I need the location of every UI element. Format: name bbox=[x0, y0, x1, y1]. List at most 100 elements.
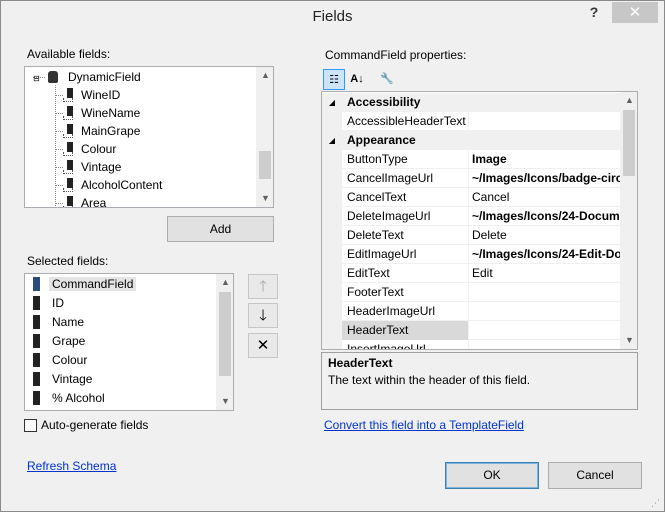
selected-field-item[interactable]: % Alcohol bbox=[28, 389, 105, 408]
property-gutter bbox=[322, 283, 342, 302]
move-down-button[interactable]: 🡓 bbox=[248, 303, 278, 328]
selected-fields-scrollbar[interactable]: ▲ ▼ bbox=[216, 274, 233, 410]
scroll-up-icon[interactable]: ▲ bbox=[621, 92, 637, 109]
collapse-icon[interactable]: ⊟ bbox=[33, 70, 42, 88]
scroll-up-icon[interactable]: ▲ bbox=[257, 67, 273, 84]
selected-field-item[interactable]: CommandField bbox=[28, 275, 137, 294]
property-value[interactable]: Image bbox=[470, 150, 621, 169]
available-field-item[interactable]: AlcoholContent bbox=[55, 176, 162, 194]
property-row[interactable]: FooterText bbox=[322, 283, 621, 302]
property-value[interactable]: ~/Images/Icons/badge-circle bbox=[470, 169, 621, 188]
properties-toolbar: ☷ A↓ 🔧 bbox=[321, 67, 638, 91]
available-fields-label: Available fields: bbox=[27, 47, 111, 61]
property-name: EditImageUrl bbox=[342, 245, 469, 264]
property-gutter bbox=[322, 112, 342, 131]
selected-field-label: Name bbox=[52, 315, 85, 329]
selected-field-label: % Alcohol bbox=[52, 391, 105, 405]
available-field-item[interactable]: Area bbox=[55, 194, 106, 207]
close-icon: ✕ bbox=[628, 4, 642, 21]
property-row[interactable]: EditText Edit bbox=[322, 264, 621, 283]
property-grid-scrollbar[interactable]: ▲ ▼ bbox=[620, 92, 637, 349]
scroll-down-icon[interactable]: ▼ bbox=[217, 393, 233, 410]
property-value[interactable] bbox=[470, 112, 621, 131]
scroll-thumb[interactable] bbox=[259, 151, 271, 179]
field-icon bbox=[33, 353, 40, 367]
available-fields-scrollbar[interactable]: ▲ ▼ bbox=[256, 67, 273, 207]
cancel-button[interactable]: Cancel bbox=[548, 462, 642, 489]
available-fields-tree[interactable]: ⊟ DynamicField WineID WineName MainGrape Colo… bbox=[24, 66, 274, 208]
available-field-item[interactable]: Colour bbox=[55, 140, 116, 158]
property-name: DeleteText bbox=[342, 226, 469, 245]
selected-fields-label: Selected fields: bbox=[27, 254, 109, 268]
property-row[interactable]: DeleteText Delete bbox=[322, 226, 621, 245]
scroll-down-icon[interactable]: ▼ bbox=[621, 332, 637, 349]
property-pages-button[interactable]: 🔧 bbox=[376, 69, 398, 90]
available-field-item[interactable]: WineName bbox=[55, 104, 141, 122]
convert-to-templatefield-link[interactable]: Convert this field into a TemplateField bbox=[324, 418, 524, 432]
auto-generate-checkbox[interactable] bbox=[24, 419, 37, 432]
property-category[interactable]: ◢ Appearance bbox=[322, 131, 621, 150]
available-field-item[interactable]: WineID bbox=[55, 86, 121, 104]
property-value[interactable] bbox=[470, 321, 621, 340]
delete-field-button[interactable]: ✕ bbox=[248, 333, 278, 358]
property-row[interactable]: AccessibleHeaderText bbox=[322, 112, 621, 131]
property-gutter bbox=[322, 321, 342, 340]
property-row[interactable]: HeaderImageUrl bbox=[322, 302, 621, 321]
property-value[interactable]: ~/Images/Icons/24-Edit-Doc bbox=[470, 245, 621, 264]
categorized-view-button[interactable]: ☷ bbox=[323, 69, 345, 90]
selected-field-item[interactable]: Colour bbox=[28, 351, 87, 370]
property-gutter bbox=[322, 150, 342, 169]
property-value[interactable] bbox=[470, 283, 621, 302]
scroll-down-icon[interactable]: ▼ bbox=[257, 190, 273, 207]
property-row[interactable]: InsertImageUrl bbox=[322, 340, 621, 349]
field-icon bbox=[63, 196, 75, 207]
property-value[interactable] bbox=[470, 302, 621, 321]
property-value[interactable]: Delete bbox=[470, 226, 621, 245]
scroll-up-icon[interactable]: ▲ bbox=[217, 274, 233, 291]
available-field-item[interactable]: MainGrape bbox=[55, 122, 140, 140]
move-up-button[interactable]: 🡑 bbox=[248, 274, 278, 299]
property-name: CancelImageUrl bbox=[342, 169, 469, 188]
property-row[interactable]: DeleteImageUrl~/Images/Icons/24-Document bbox=[322, 207, 621, 226]
selected-field-item[interactable]: Grape bbox=[28, 332, 85, 351]
help-button[interactable]: ? bbox=[582, 2, 606, 22]
property-row[interactable]: EditImageUrl ~/Images/Icons/24-Edit-Doc bbox=[322, 245, 621, 264]
available-field-item[interactable]: Vintage bbox=[55, 158, 121, 176]
property-value[interactable]: Edit bbox=[470, 264, 621, 283]
alphabetical-view-button[interactable]: A↓ bbox=[346, 69, 368, 90]
add-button[interactable]: Add bbox=[167, 216, 274, 242]
selected-field-item[interactable]: Name bbox=[28, 313, 84, 332]
property-gutter bbox=[322, 226, 342, 245]
property-grid[interactable]: ◢ Accessibility AccessibleHeaderText ◢ Appea… bbox=[321, 91, 638, 350]
tree-root-dynamicfield[interactable]: ⊟ DynamicField bbox=[33, 68, 141, 86]
property-name: EditText bbox=[342, 264, 469, 283]
scroll-thumb[interactable] bbox=[219, 292, 231, 376]
field-icon bbox=[33, 296, 40, 310]
selected-field-item[interactable]: ID bbox=[28, 294, 64, 313]
field-icon bbox=[63, 124, 75, 138]
selected-fields-list[interactable]: CommandField ID Name Grape Colour Vintage % Al… bbox=[24, 273, 234, 411]
property-row[interactable]: ButtonType Image bbox=[322, 150, 621, 169]
property-value[interactable]: Cancel bbox=[470, 188, 621, 207]
property-category[interactable]: ◢ Accessibility bbox=[322, 93, 621, 112]
selected-field-item[interactable]: Vintage bbox=[28, 370, 92, 389]
available-field-label: WineName bbox=[81, 106, 141, 120]
wrench-icon: 🔧 bbox=[380, 73, 394, 85]
category-collapse-icon[interactable]: ◢ bbox=[322, 131, 342, 150]
ok-button[interactable]: OK bbox=[445, 462, 539, 489]
property-value[interactable]: ~/Images/Icons/24-Document bbox=[470, 207, 621, 226]
property-row[interactable]: CancelImageUrl ~/Images/Icons/badge-circl… bbox=[322, 169, 621, 188]
property-gutter bbox=[322, 169, 342, 188]
resize-grip-icon[interactable]: ⋰ bbox=[651, 498, 661, 508]
available-field-label: WineID bbox=[81, 88, 121, 102]
close-button[interactable]: ✕ bbox=[612, 2, 658, 23]
field-icon bbox=[33, 372, 40, 386]
property-value[interactable] bbox=[470, 340, 621, 349]
property-row[interactable]: CancelText Cancel bbox=[322, 188, 621, 207]
scroll-thumb[interactable] bbox=[623, 110, 635, 176]
property-row[interactable]: HeaderText bbox=[322, 321, 621, 340]
dialog-title: Fields bbox=[312, 8, 353, 25]
category-label: Accessibility bbox=[347, 95, 421, 109]
refresh-schema-link[interactable]: Refresh Schema bbox=[27, 459, 116, 473]
category-collapse-icon[interactable]: ◢ bbox=[322, 93, 342, 112]
